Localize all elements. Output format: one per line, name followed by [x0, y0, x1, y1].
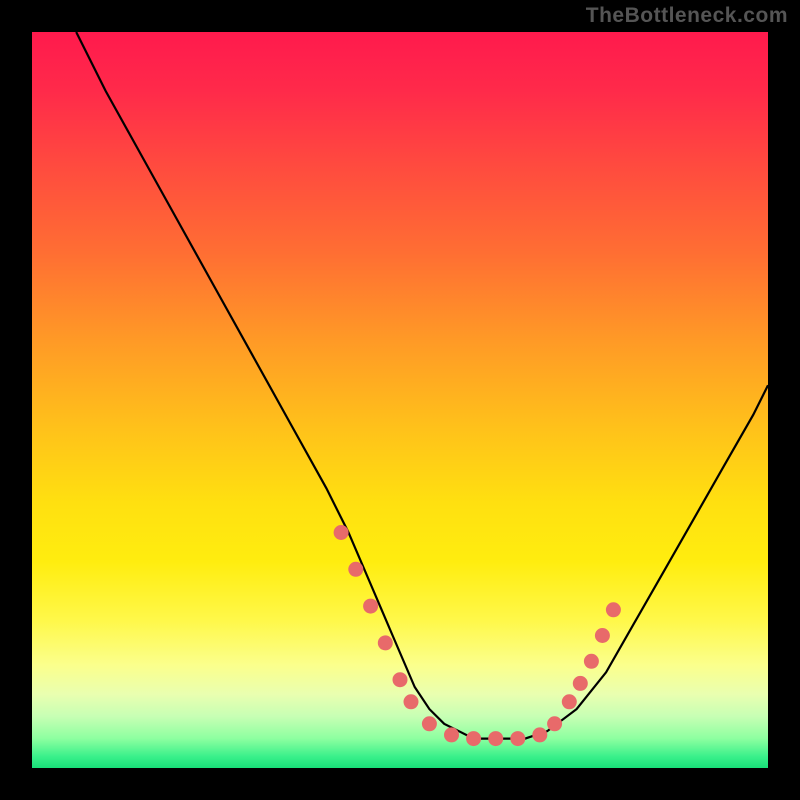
highlight-dot: [466, 731, 481, 746]
watermark-text: TheBottleneck.com: [586, 4, 788, 28]
highlight-dot: [378, 635, 393, 650]
highlight-dot: [606, 602, 621, 617]
chart-svg: [32, 32, 768, 768]
highlight-dot: [348, 562, 363, 577]
highlight-dot: [562, 694, 577, 709]
highlight-dot: [393, 672, 408, 687]
highlight-dot: [363, 599, 378, 614]
highlight-dot: [595, 628, 610, 643]
highlight-dot: [584, 654, 599, 669]
highlight-dot: [404, 694, 419, 709]
marker-group: [334, 525, 621, 746]
highlight-dot: [547, 716, 562, 731]
highlight-dot: [444, 727, 459, 742]
chart-frame: TheBottleneck.com: [0, 0, 800, 800]
highlight-dot: [488, 731, 503, 746]
bottleneck-curve-path: [76, 32, 768, 739]
highlight-dot: [334, 525, 349, 540]
plot-area: [32, 32, 768, 768]
highlight-dot: [573, 676, 588, 691]
highlight-dot: [422, 716, 437, 731]
highlight-dot: [510, 731, 525, 746]
highlight-dot: [532, 727, 547, 742]
